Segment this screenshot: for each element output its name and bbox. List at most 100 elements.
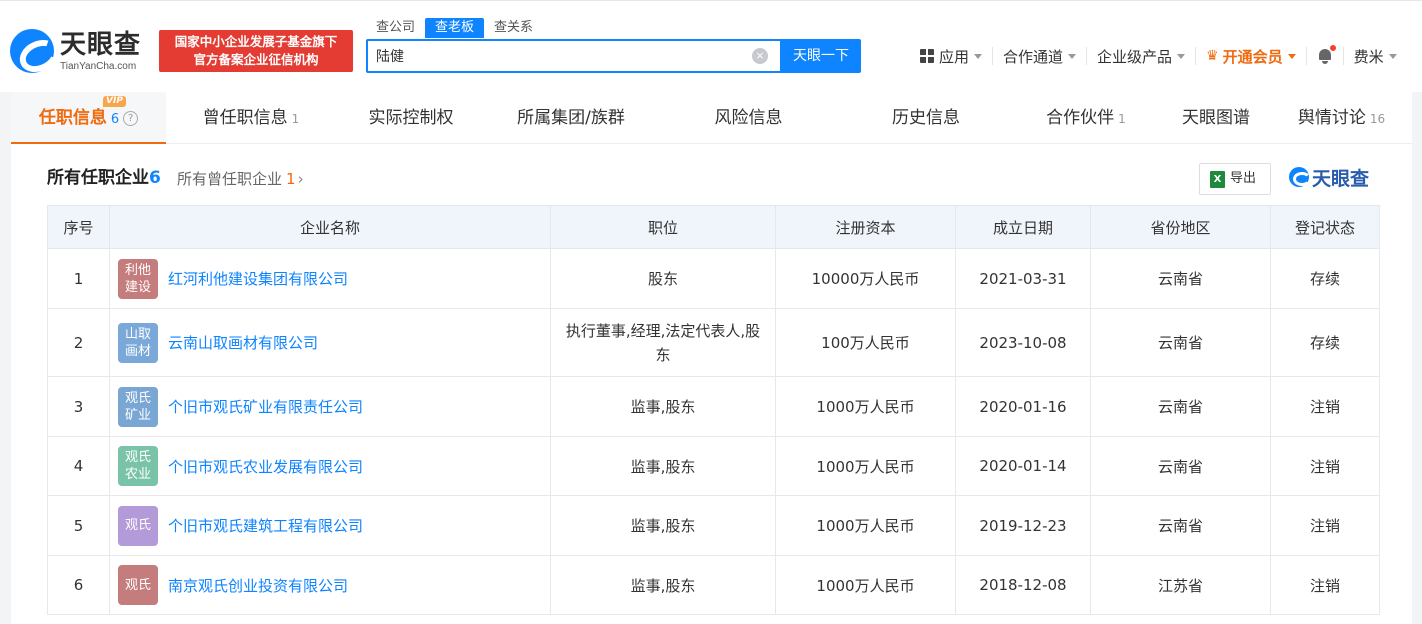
cell-no: 1 xyxy=(47,248,110,309)
badge-line: 利他 xyxy=(124,262,151,278)
section-title: 所有任职企业6 xyxy=(47,166,161,190)
tab-risk[interactable]: 风险信息 xyxy=(656,92,841,144)
brand-text: 天眼查 xyxy=(1312,167,1370,190)
badge-line: 矿业 xyxy=(124,407,151,423)
nav-enterprise-label: 企业级产品 xyxy=(1097,47,1173,66)
caret-down-icon xyxy=(974,53,983,59)
tab-count: 16 xyxy=(1369,112,1386,126)
company-logo-badge[interactable]: 观氏 农业 xyxy=(118,446,158,486)
cell-position: 监事,股东 xyxy=(550,495,776,556)
company-name-link[interactable]: 南京观氏创业投资有限公司 xyxy=(168,575,348,596)
cell-position: 股东 xyxy=(550,248,776,309)
col-header-region: 省份地区 xyxy=(1090,205,1271,249)
badge-line: 观氏 xyxy=(124,577,151,593)
tab-current-positions[interactable]: VIP 任职信息 6? xyxy=(11,92,166,144)
company-logo-badge[interactable]: 观氏 xyxy=(118,505,158,546)
company-logo-badge[interactable]: 利他 建设 xyxy=(118,258,158,299)
nav-enterprise[interactable]: 企业级产品 xyxy=(1087,47,1197,66)
past-positions-label: 所有曾任职企业 xyxy=(177,170,283,188)
badge-line: 画材 xyxy=(124,343,151,359)
past-positions-link[interactable]: 所有曾任职企业 1 › xyxy=(177,168,304,190)
brand-watermark: 天眼查 xyxy=(1289,166,1370,190)
tab-group[interactable]: 所属集团/族群 xyxy=(486,92,656,144)
user-name: 费米 xyxy=(1353,47,1384,66)
search-tab-relation[interactable]: 查关系 xyxy=(484,18,543,38)
tab-count: 1 xyxy=(291,112,300,126)
cell-status: 注销 xyxy=(1270,495,1380,556)
nav-apps[interactable]: 应用 xyxy=(910,47,994,66)
logo-subtext: TianYanCha.com xyxy=(60,61,137,72)
company-name-link[interactable]: 个旧市观氏矿业有限责任公司 xyxy=(168,396,363,417)
company-name-link[interactable]: 个旧市观氏建筑工程有限公司 xyxy=(168,515,363,536)
company-wrap: 山取 画材 云南山取画材有限公司 xyxy=(118,322,550,363)
tab-actual-control[interactable]: 实际控制权 xyxy=(336,92,486,144)
company-logo-badge[interactable]: 山取 画材 xyxy=(118,322,158,363)
col-header-company: 企业名称 xyxy=(109,205,551,249)
nav-notifications[interactable] xyxy=(1307,45,1344,65)
tab-past-positions[interactable]: 曾任职信息 1 xyxy=(166,92,336,144)
cell-company: 观氏 个旧市观氏建筑工程有限公司 xyxy=(109,495,551,556)
company-logo-badge[interactable]: 观氏 xyxy=(118,565,158,605)
badge-line: 农业 xyxy=(124,467,151,482)
cell-capital: 100万人民币 xyxy=(775,308,956,377)
company-name-link[interactable]: 个旧市观氏农业发展有限公司 xyxy=(168,456,363,477)
cell-no: 3 xyxy=(47,376,110,437)
col-header-no: 序号 xyxy=(47,205,110,249)
cell-no: 4 xyxy=(47,436,110,496)
search-box: × xyxy=(366,39,782,73)
cell-company: 观氏 农业 个旧市观氏农业发展有限公司 xyxy=(109,436,551,496)
col-header-capital: 注册资本 xyxy=(775,205,956,249)
top-right-nav: 应用 合作通道 企业级产品 ♛ 开通会员 费米 xyxy=(910,44,1407,68)
search-button[interactable]: 天眼一下 xyxy=(781,39,861,73)
cell-date: 2023-10-08 xyxy=(955,308,1091,377)
search-tab-boss[interactable]: 查老板 xyxy=(425,18,485,38)
help-icon[interactable]: ? xyxy=(123,110,139,126)
company-name-link[interactable]: 红河利他建设集团有限公司 xyxy=(168,268,348,289)
tab-graph[interactable]: 天眼图谱 xyxy=(1161,92,1271,144)
main-card: VIP 任职信息 6? 曾任职信息 1 实际控制权 所属集团/族群 风险信息 历史信… xyxy=(11,92,1412,624)
vip-tag: VIP xyxy=(103,96,126,107)
tianyancha-logo[interactable]: 天眼查 TianYanCha.com xyxy=(10,29,150,73)
clear-icon[interactable]: × xyxy=(752,48,768,64)
cell-position: 执行董事,经理,法定代表人,股东 xyxy=(550,308,776,377)
nav-channel[interactable]: 合作通道 xyxy=(993,47,1088,66)
tab-public-opinion[interactable]: 舆情讨论 16 xyxy=(1271,92,1412,144)
section-title-count: 6 xyxy=(149,168,161,188)
official-banner: 国家中小企业发展子基金旗下 官方备案企业征信机构 xyxy=(159,30,353,72)
tab-partners[interactable]: 合作伙伴 1 xyxy=(1011,92,1161,144)
tab-history[interactable]: 历史信息 xyxy=(841,92,1011,144)
cell-date: 2019-12-23 xyxy=(955,495,1091,556)
cell-company: 山取 画材 云南山取画材有限公司 xyxy=(109,308,551,377)
tab-label: 任职信息 xyxy=(38,108,107,128)
nav-vip[interactable]: ♛ 开通会员 xyxy=(1196,47,1307,66)
company-logo-badge[interactable]: 观氏 矿业 xyxy=(118,386,158,427)
cell-no: 2 xyxy=(47,308,110,377)
search-input[interactable] xyxy=(368,41,738,71)
banner-line-2: 官方备案企业征信机构 xyxy=(193,52,319,67)
table-row: 1 利他 建设 红河利他建设集团有限公司 股东 10000万人民币 2021-03-31 云南… xyxy=(47,248,1380,309)
company-wrap: 观氏 农业 个旧市观氏农业发展有限公司 xyxy=(118,446,550,486)
cell-region: 云南省 xyxy=(1090,436,1271,496)
badge-line: 建设 xyxy=(124,279,151,295)
company-wrap: 观氏 矿业 个旧市观氏矿业有限责任公司 xyxy=(118,386,550,427)
tab-label: 所属集团/族群 xyxy=(517,108,625,128)
cell-status: 注销 xyxy=(1270,436,1380,496)
table-row: 5 观氏 个旧市观氏建筑工程有限公司 监事,股东 1000万人民币 2019-12-23 云… xyxy=(47,495,1380,556)
caret-down-icon xyxy=(1388,53,1397,59)
cell-region: 云南省 xyxy=(1090,248,1271,309)
caret-down-icon xyxy=(1068,53,1077,59)
notification-dot xyxy=(1329,45,1336,51)
cell-date: 2020-01-16 xyxy=(955,376,1091,437)
nav-user[interactable]: 费米 xyxy=(1344,47,1407,66)
export-button[interactable]: X 导出 xyxy=(1199,163,1271,195)
search-tab-company[interactable]: 查公司 xyxy=(366,18,425,38)
cell-capital: 1000万人民币 xyxy=(775,495,956,556)
cell-position: 监事,股东 xyxy=(550,555,776,615)
cell-region: 江苏省 xyxy=(1090,555,1271,615)
company-name-link[interactable]: 云南山取画材有限公司 xyxy=(168,332,318,353)
caret-down-icon xyxy=(1287,53,1296,59)
company-wrap: 利他 建设 红河利他建设集团有限公司 xyxy=(118,258,550,299)
cell-no: 6 xyxy=(47,555,110,615)
tab-count: 6 xyxy=(110,112,120,127)
tab-label: 舆情讨论 xyxy=(1297,108,1366,128)
